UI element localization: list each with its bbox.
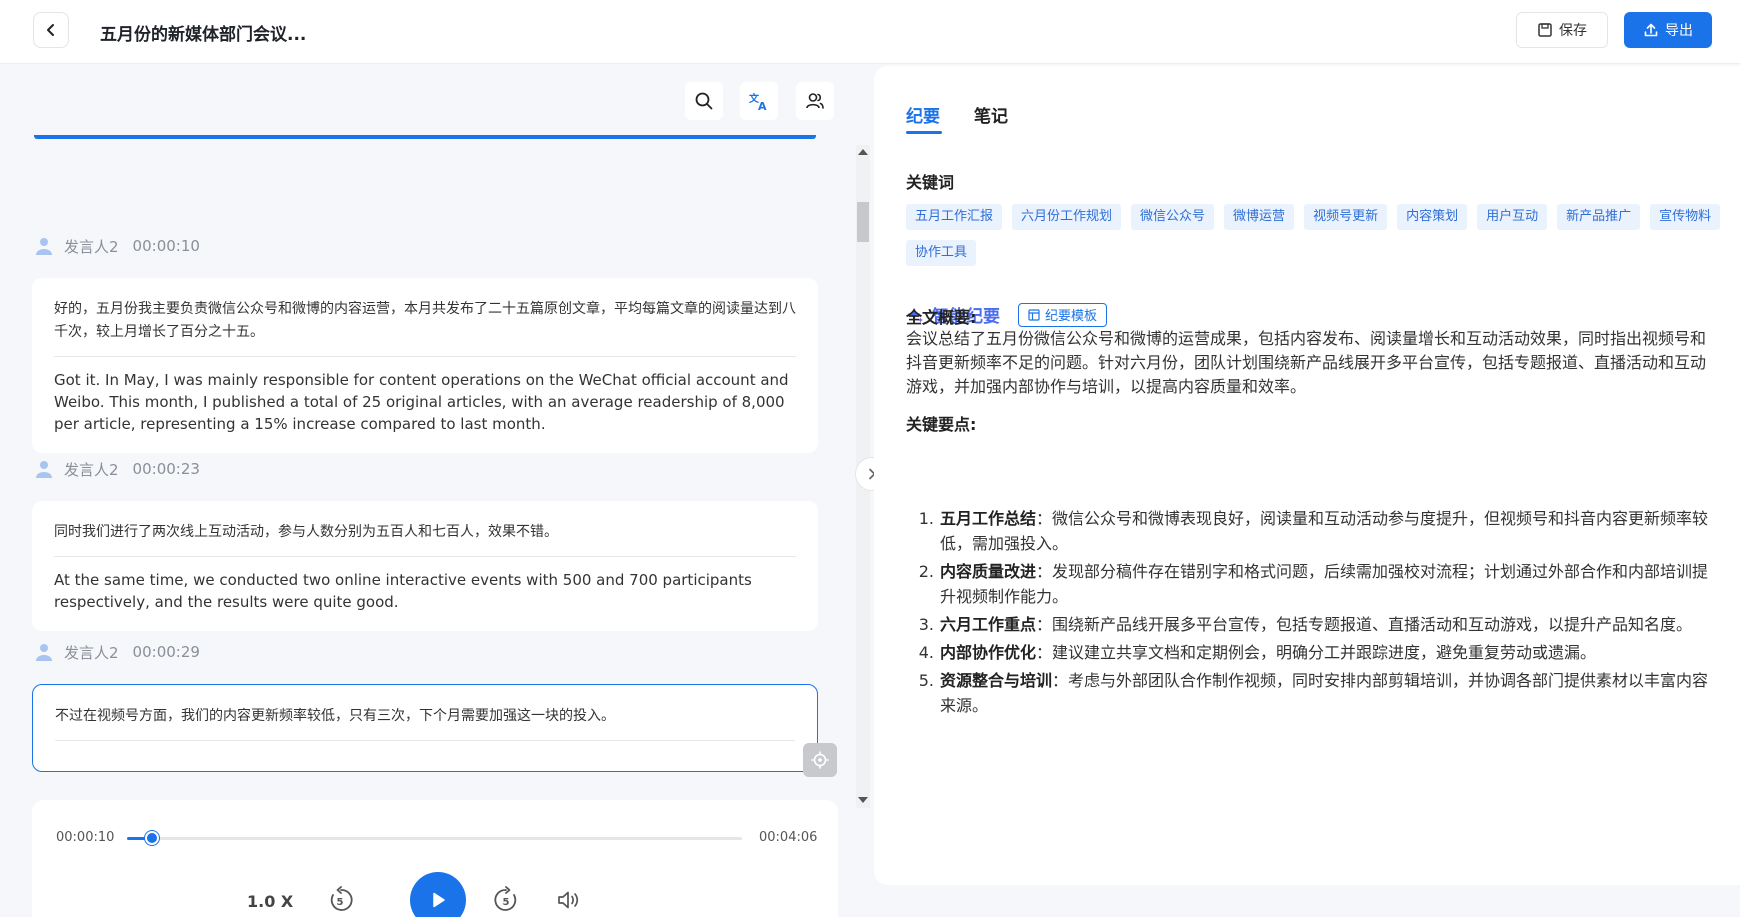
keyword-tag[interactable]: 视频号更新 (1304, 204, 1388, 230)
search-icon (695, 92, 713, 110)
volume-button[interactable] (550, 882, 586, 917)
upload-icon (1644, 23, 1658, 37)
keyword-tag[interactable]: 微博运营 (1224, 204, 1295, 230)
segment-header: 发言人2 00:00:23 (36, 457, 200, 481)
translate-icon: 文A (749, 92, 767, 112)
key-point-item: 3. 六月工作重点：围绕新产品线开展多平台宣传，包括专题报道、直播活动和互动游戏，… (918, 615, 1693, 634)
keyword-tag[interactable]: 微信公众号 (1131, 204, 1215, 230)
keyword-tag[interactable]: 宣传物料 (1650, 204, 1721, 230)
top-bar: 五月份的新媒体部门会议... 保存 导出 (0, 0, 1740, 64)
segment-time[interactable]: 00:00:29 (133, 643, 200, 661)
key-point-item: 5. 资源整合与培训：考虑与外部团队合作制作视频，同时安排内部剪辑培训，并协调各部… (918, 671, 1709, 715)
back-button[interactable] (33, 12, 69, 48)
svg-text:5: 5 (337, 897, 344, 908)
forward-5-button[interactable]: 5 (488, 882, 524, 917)
transcript-zh-text: 不过在视频号方面，我们的内容更新频率较低，只有三次，下个月需要加强这一块的投入。 (55, 685, 795, 741)
keyword-tag[interactable]: 五月工作汇报 (906, 204, 1003, 230)
volume-icon (558, 891, 579, 909)
scroll-up-arrow[interactable] (858, 149, 868, 155)
keyword-tag[interactable]: 六月份工作规划 (1012, 204, 1122, 230)
save-label: 保存 (1559, 23, 1587, 39)
key-point-item: 2. 内容质量改进：发现部分稿件存在错别字和格式问题，后续需加强校对流程；计划通过… (918, 562, 1709, 606)
active-segment-indicator (34, 135, 816, 139)
key-point-item: 4. 内部协作优化：建议建立共享文档和定期例会，明确分工并跟踪进度，避免重复劳动或… (918, 643, 1597, 662)
transcript-en-text (55, 741, 795, 771)
keywords-title: 关键词 (906, 173, 955, 192)
user-icon (36, 238, 52, 255)
tab-notes[interactable]: 笔记 (974, 102, 1008, 127)
transcript-zh-text: 好的，五月份我主要负责微信公众号和微博的内容运营，本月共发布了二十五篇原创文章，… (54, 278, 796, 357)
tab-underline (906, 131, 942, 134)
scrollbar-thumb[interactable] (857, 202, 869, 242)
total-time: 00:04:06 (759, 830, 818, 845)
play-icon (433, 892, 445, 908)
summary-text: 会议总结了五月份微信公众号和微博的运营成果，包括内容发布、阅读量增长和互动活动效… (906, 329, 1707, 396)
transcript-card-active[interactable]: 不过在视频号方面，我们的内容更新频率较低，只有三次，下个月需要加强这一块的投入。 (32, 684, 818, 772)
key-points-list: 1. 五月工作总结：微信公众号和微博表现良好，阅读量和互动活动参与度提升，但视频号… (906, 506, 1716, 721)
speaker-name[interactable]: 发言人2 (64, 459, 119, 480)
rewind-5-button[interactable]: 5 (323, 882, 359, 917)
search-button[interactable] (685, 82, 723, 120)
segment-header: 发言人2 00:00:10 (36, 234, 200, 258)
keyword-tag[interactable]: 内容策划 (1397, 204, 1468, 230)
play-button[interactable] (410, 872, 466, 917)
keyword-tag[interactable]: 新产品推广 (1557, 204, 1641, 230)
progress-bar[interactable] (127, 831, 742, 845)
segment-header: 发言人2 00:00:29 (36, 640, 200, 664)
users-icon (806, 93, 824, 109)
target-icon (811, 751, 829, 769)
chevron-left-icon (47, 24, 54, 36)
scroll-down-arrow[interactable] (858, 797, 868, 803)
transcript-en-text: At the same time, we conducted two onlin… (54, 571, 752, 611)
locate-current-button[interactable] (803, 743, 837, 777)
forward-5-icon: 5 (494, 886, 517, 911)
save-icon (1538, 23, 1552, 37)
export-button[interactable]: 导出 (1624, 12, 1712, 48)
progress-handle[interactable] (145, 831, 160, 845)
export-label: 导出 (1665, 23, 1693, 39)
keyword-tag[interactable]: 用户互动 (1477, 204, 1548, 230)
current-time: 00:00:10 (56, 830, 115, 845)
summary-pane: 纪要 笔记 关键词 五月工作汇报 六月份工作规划 微信公众号 微博运营 视频号更… (874, 66, 1740, 885)
rewind-5-icon: 5 (330, 886, 353, 911)
svg-text:5: 5 (503, 897, 510, 908)
speaker-name[interactable]: 发言人2 (64, 236, 119, 257)
key-points-label: 关键要点: (906, 415, 977, 434)
transcript-card[interactable]: 好的，五月份我主要负责微信公众号和微博的内容运营，本月共发布了二十五篇原创文章，… (32, 278, 818, 453)
playback-speed[interactable]: 1.0 X (247, 892, 293, 911)
transcript-zh-text: 同时我们进行了两次线上互动活动，参与人数分别为五百人和七百人，效果不错。 (54, 501, 796, 557)
speaker-name[interactable]: 发言人2 (64, 642, 119, 663)
user-icon (36, 461, 52, 478)
svg-text:A: A (758, 100, 767, 112)
save-button[interactable]: 保存 (1516, 12, 1608, 48)
transcript-card[interactable]: 同时我们进行了两次线上互动活动，参与人数分别为五百人和七百人，效果不错。 At … (32, 501, 818, 631)
transcript-en-text: Got it. In May, I was mainly responsible… (54, 371, 789, 433)
keyword-tag[interactable]: 协作工具 (906, 240, 977, 266)
transcript-pane: 文A 发言人2 00:00:10 好的，五月份我主要负责微信公众号和微博的内容运… (0, 65, 870, 917)
speakers-button[interactable] (796, 82, 834, 120)
document-title: 五月份的新媒体部门会议... (100, 25, 307, 45)
keyword-list: 五月工作汇报 六月份工作规划 微信公众号 微博运营 视频号更新 内容策划 用户互… (906, 204, 1726, 266)
segment-time[interactable]: 00:00:23 (133, 460, 200, 478)
tab-minutes[interactable]: 纪要 (906, 102, 940, 127)
transcript-list[interactable]: 发言人2 00:00:10 好的，五月份我主要负责微信公众号和微博的内容运营，本… (32, 135, 818, 798)
key-point-item: 1. 五月工作总结：微信公众号和微博表现良好，阅读量和互动活动参与度提升，但视频号… (918, 509, 1709, 553)
user-icon (36, 644, 52, 661)
segment-time[interactable]: 00:00:10 (133, 237, 200, 255)
audio-player: 00:00:10 00:04:06 1.0 X 5 5 (32, 800, 838, 917)
translate-button[interactable]: 文A (740, 82, 778, 120)
